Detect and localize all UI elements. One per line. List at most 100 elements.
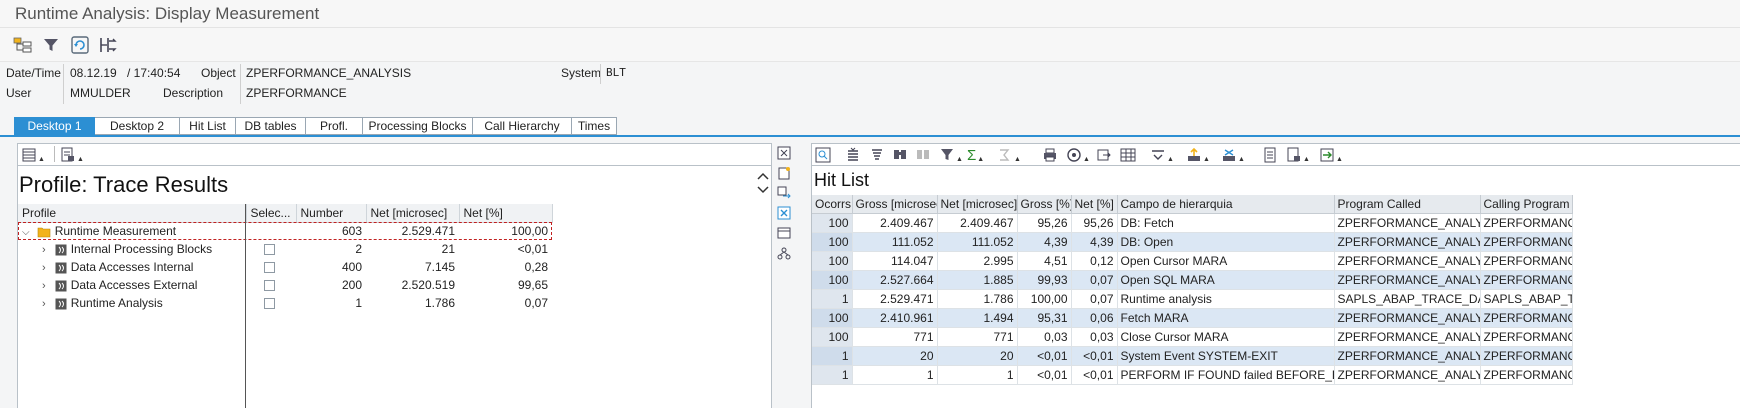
select-layout-icon[interactable]: ▲ — [1150, 146, 1174, 164]
side-toolbar — [774, 143, 794, 263]
refresh-icon[interactable] — [69, 34, 91, 56]
table-cell: ZPERFORMANCE_ANALYSIS — [1334, 365, 1481, 385]
col-program-called[interactable]: Program Called — [1334, 195, 1481, 214]
tree-pct: <0,01 — [517, 242, 548, 256]
table-row[interactable]: 100 2.527.664 1.885 99,93 0,07 Open SQL MARA Z… — [812, 270, 1573, 290]
select-checkbox[interactable] — [264, 262, 275, 274]
chevron-right-icon[interactable]: › — [42, 262, 52, 274]
tab-processing-blocks[interactable]: Processing Blocks — [363, 117, 473, 135]
select-checkbox[interactable] — [264, 280, 275, 292]
upload-icon[interactable]: ▲ — [1186, 146, 1210, 164]
table-cell: ZPERFORMANCE_ANALYSIS — [1334, 213, 1481, 233]
table-row[interactable]: 100 2.410.961 1.494 95,31 0,06 Fetch MARA ZPER… — [812, 308, 1573, 328]
tab-call-hierarchy[interactable]: Call Hierarchy — [473, 117, 572, 135]
document-icon[interactable]: ▲ — [1286, 146, 1310, 164]
sort-descending-icon[interactable] — [869, 146, 885, 164]
table-row[interactable]: 100 771 771 0,03 0,03 Close Cursor MARA ZPERFO… — [812, 327, 1573, 347]
tree-row[interactable]: › Data Accesses Internal 400 7.145 0,28 — [18, 258, 552, 276]
info-icon[interactable] — [1262, 146, 1278, 164]
tree-net: 21 — [441, 242, 455, 256]
delete-icon[interactable] — [774, 203, 794, 223]
table-row[interactable]: 100 111.052 111.052 4,39 4,39 DB: Open ZPERFOR… — [812, 232, 1573, 252]
export-icon[interactable] — [1096, 146, 1112, 164]
table-cell: 2.409.467 — [852, 213, 938, 233]
table-row[interactable]: 1 2.529.471 1.786 100,00 0,07 Runtime analysi… — [812, 289, 1573, 309]
scroll-arrows[interactable] — [756, 170, 770, 196]
spreadsheet-icon[interactable] — [1120, 146, 1136, 164]
description-value: ZPERFORMANCE — [246, 86, 347, 100]
col-profile[interactable]: Profile — [18, 204, 247, 223]
layout-button[interactable]: ▲ — [21, 146, 45, 164]
tree-pct: 100,00 — [511, 224, 548, 239]
col-calling-program[interactable]: Calling Program — [1480, 195, 1573, 214]
sum-icon[interactable]: Σ ▲ — [967, 146, 984, 164]
details-icon[interactable] — [815, 146, 831, 164]
find-next-icon[interactable] — [915, 146, 931, 164]
chevron-right-icon[interactable]: › — [42, 298, 52, 310]
filter-icon[interactable] — [40, 34, 62, 56]
network-icon[interactable] — [774, 243, 794, 263]
tab-desktop-1[interactable]: Desktop 1 — [14, 117, 95, 135]
col-gross-pct[interactable]: Gross [%] — [1017, 195, 1072, 214]
table-cell: DB: Open — [1117, 232, 1335, 252]
table-cell: 100 — [812, 308, 853, 328]
filter-icon[interactable]: ▲ — [939, 146, 963, 164]
select-checkbox[interactable] — [264, 298, 275, 310]
export-button[interactable]: ▲ — [60, 146, 84, 164]
navigate-icon[interactable]: ▲ — [1319, 146, 1343, 164]
tab-times[interactable]: Times — [572, 117, 617, 135]
table-cell: ZPERFORMANCE_ — [1480, 213, 1573, 233]
table-row[interactable]: 100 2.409.467 2.409.467 95,26 95,26 DB: Fetch… — [812, 213, 1573, 233]
graphic-icon[interactable]: ▲ — [1221, 146, 1245, 164]
table-cell: ZPERFORMANCE_ — [1480, 251, 1573, 271]
col-select[interactable]: Selec... — [246, 204, 297, 223]
compare-icon[interactable] — [97, 34, 119, 56]
tree-row[interactable]: › Runtime Analysis 1 1.786 0,07 — [18, 294, 552, 312]
find-icon[interactable] — [892, 146, 908, 164]
table-cell: 4,39 — [1071, 232, 1118, 252]
tab-hit-list[interactable]: Hit List — [180, 117, 236, 135]
col-net-pct[interactable]: Net [%] — [459, 204, 553, 223]
tree-root-row[interactable]: ⌵ Runtime Measurement 603 2.529.471 100,… — [18, 222, 552, 240]
col-net-microsec[interactable]: Net [microsec] — [366, 204, 460, 223]
tree-label: Internal Processing Blocks — [70, 242, 213, 256]
views-icon[interactable]: ▲ — [1066, 146, 1090, 164]
window-icon[interactable] — [774, 223, 794, 243]
sort-ascending-icon[interactable] — [845, 146, 861, 164]
col-net-pct[interactable]: Net [%] — [1071, 195, 1118, 214]
tree-net: 2.520.519 — [401, 278, 455, 292]
tree-row[interactable]: › Data Accesses External 200 2.520.519 9… — [18, 276, 552, 294]
print-icon[interactable] — [1042, 146, 1058, 164]
tab-profl[interactable]: Profl. — [306, 117, 363, 135]
new-doc-icon[interactable] — [774, 163, 794, 183]
table-cell: 1 — [852, 365, 938, 385]
col-number[interactable]: Number — [296, 204, 367, 223]
col-gross-microsec[interactable]: Gross [microsec] — [852, 195, 938, 214]
date-value: 08.12.19 — [70, 66, 117, 80]
col-hierarchy[interactable]: Campo de hierarquia — [1117, 195, 1335, 214]
table-cell: 2.529.471 — [852, 289, 938, 309]
col-ocorrs[interactable]: Ocorrs. — [812, 195, 853, 214]
chevron-right-icon[interactable]: › — [42, 244, 52, 256]
chevron-right-icon[interactable]: › — [42, 280, 52, 292]
chevron-down-icon[interactable]: ⌵ — [22, 227, 34, 238]
object-value: ZPERFORMANCE_ANALYSIS — [246, 66, 412, 80]
tree-row[interactable]: › Internal Processing Blocks 2 21 <0,01 — [18, 240, 552, 258]
table-row[interactable]: 1 20 20 <0,01 <0,01 System Event SYSTEM-EXIT Z… — [812, 346, 1573, 366]
separator — [63, 84, 64, 104]
col-net-microsec[interactable]: Net [microsec] — [937, 195, 1018, 214]
hierarchy-icon[interactable] — [12, 34, 34, 56]
window-title: Runtime Analysis: Display Measurement — [15, 4, 320, 23]
tree-label: Data Accesses External — [70, 278, 198, 292]
table-cell: 1 — [812, 289, 853, 309]
transfer-icon[interactable] — [774, 183, 794, 203]
expand-all-icon[interactable] — [774, 143, 794, 163]
table-row[interactable]: 1 1 1 <0,01 <0,01 PERFORM IF FOUND failed BEF… — [812, 365, 1573, 385]
tab-desktop-2[interactable]: Desktop 2 — [95, 117, 180, 135]
subtotal-icon[interactable]: ▲ — [997, 146, 1021, 164]
table-cell: Close Cursor MARA — [1117, 327, 1335, 347]
select-checkbox[interactable] — [264, 244, 275, 256]
table-row[interactable]: 100 114.047 2.995 4,51 0,12 Open Cursor MARA Z… — [812, 251, 1573, 271]
table-cell: 0,07 — [1071, 270, 1118, 290]
tab-db-tables[interactable]: DB tables — [236, 117, 306, 135]
